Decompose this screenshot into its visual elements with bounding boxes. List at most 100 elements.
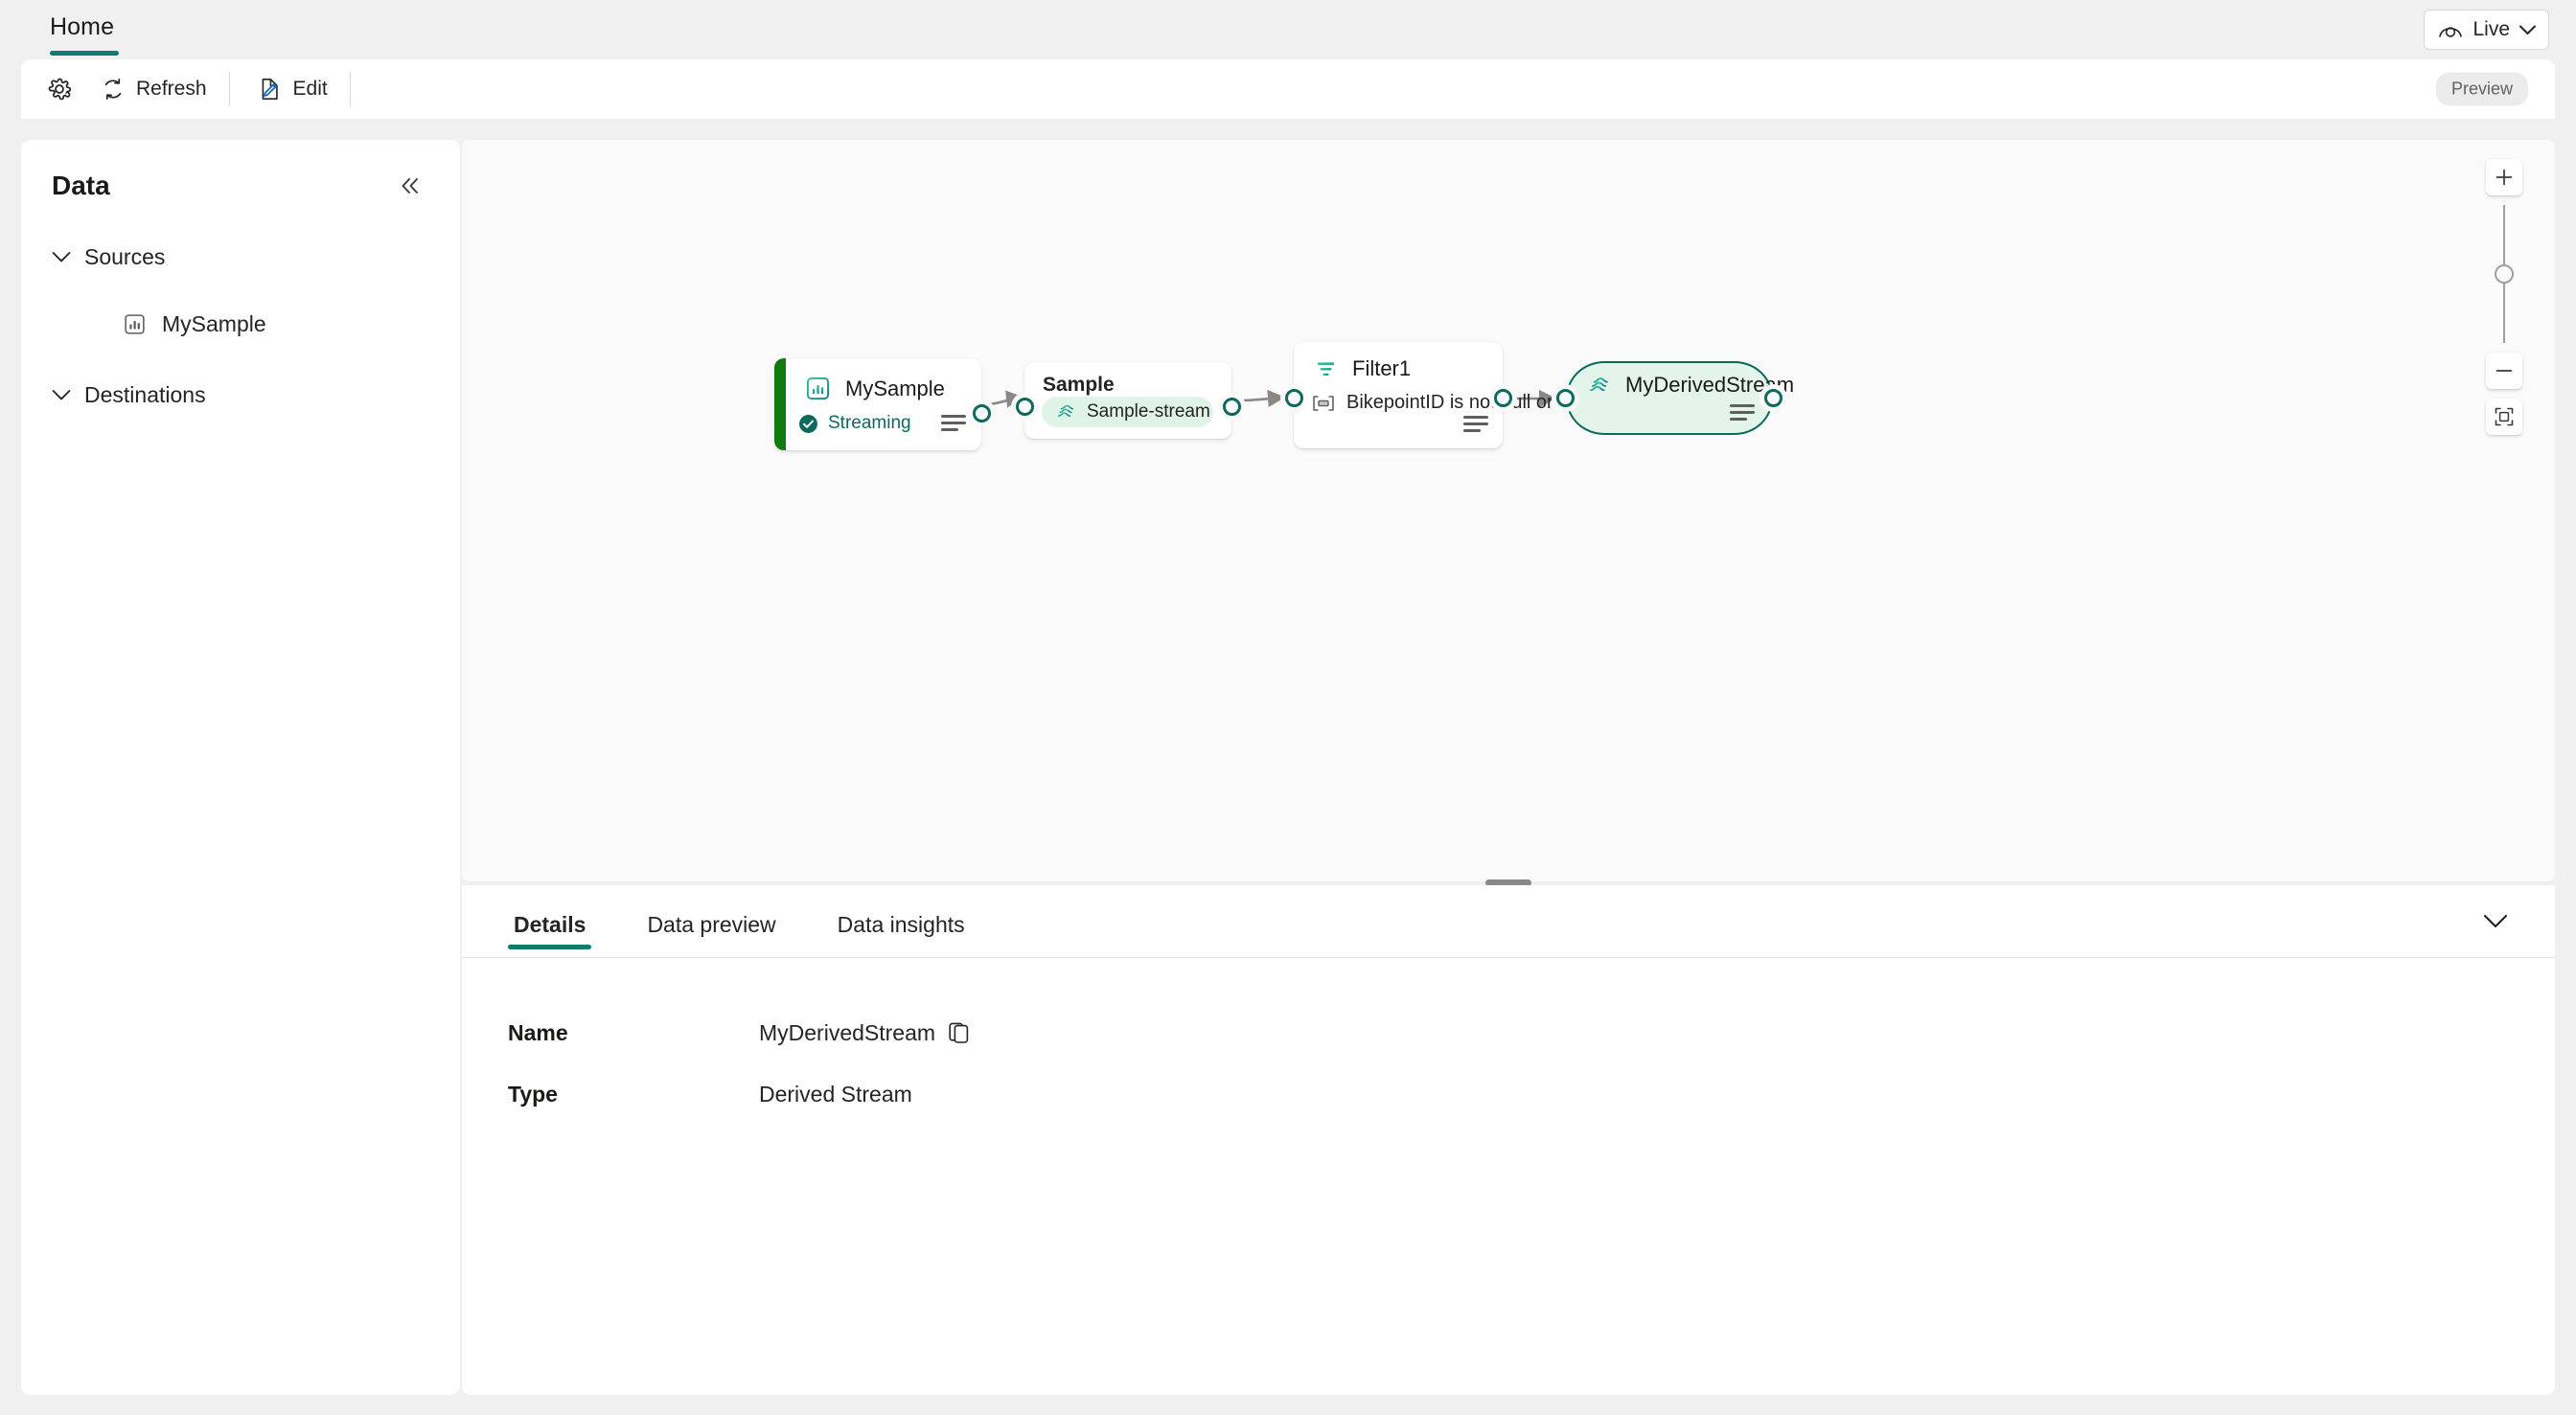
node-myderivedstream-output-port[interactable]: [1764, 389, 1782, 407]
canvas-inner: MySample Streaming Sample Sample-stream …: [462, 140, 2555, 881]
data-sidebar: Data Sources MySample Destinations: [21, 140, 460, 1395]
detail-value-type: Derived Stream: [759, 1082, 912, 1107]
stream-icon: [1587, 374, 1611, 398]
node-mysample-status: Streaming: [798, 413, 911, 434]
refresh-label: Refresh: [136, 78, 207, 100]
eventstream-canvas[interactable]: MySample Streaming Sample Sample-stream …: [462, 140, 2555, 881]
bar-chart-icon: [805, 376, 831, 401]
chevron-down-icon[interactable]: [2474, 901, 2517, 943]
command-bar-divider: [228, 72, 230, 106]
node-mysample-title: MySample: [845, 376, 945, 400]
node-filter1-expression-row: BikepointID is not null or e...: [1312, 392, 1585, 414]
zoom-slider[interactable]: [2486, 205, 2522, 343]
hamburger-menu-icon[interactable]: [1730, 404, 1755, 421]
node-sample-stream-chip[interactable]: Sample-stream: [1042, 397, 1213, 427]
detail-value-type-text: Derived Stream: [759, 1081, 912, 1107]
chevron-down-icon: [52, 389, 71, 401]
canvas-node-mysample[interactable]: MySample Streaming: [774, 358, 991, 450]
fit-to-screen-button[interactable]: [2486, 399, 2522, 435]
stream-icon: [1055, 401, 1076, 422]
sidebar-header: Data: [21, 140, 460, 205]
chevron-down-icon: [52, 251, 71, 263]
command-bar: Refresh Edit Preview: [21, 59, 2555, 119]
tab-data-insights[interactable]: Data insights: [832, 892, 971, 957]
hamburger-menu-icon[interactable]: [941, 415, 966, 431]
node-card: [774, 358, 981, 450]
plus-icon: [2494, 167, 2515, 188]
filter-icon: [1314, 357, 1338, 381]
chevron-double-left-icon[interactable]: [391, 167, 429, 205]
node-myderivedstream-input-port[interactable]: [1556, 389, 1575, 407]
zoom-in-button[interactable]: [2486, 159, 2522, 195]
tab-home-underline: [50, 51, 119, 56]
detail-value-name: MyDerivedStream: [759, 1020, 970, 1046]
node-myderivedstream-title-row: MyDerivedStream: [1587, 373, 1794, 398]
sidebar-group-sources[interactable]: Sources: [21, 232, 460, 282]
zoom-out-button[interactable]: [2486, 353, 2522, 389]
node-filter1-title-row: Filter1: [1314, 356, 1411, 381]
tab-details-label: Details: [514, 911, 586, 937]
canvas-node-sample[interactable]: Sample Sample-stream: [1016, 362, 1241, 439]
condition-box-icon: [1312, 395, 1335, 412]
zoom-slider-thumb[interactable]: [2495, 264, 2514, 284]
settings-button[interactable]: [36, 68, 82, 110]
node-sample-input-port[interactable]: [1016, 398, 1034, 416]
edge-sample-to-filter: [1239, 389, 1286, 408]
edge-mysample-to-sample: [989, 390, 1024, 408]
node-filter1-output-port[interactable]: [1494, 389, 1512, 407]
node-filter1-expression: BikepointID is not null or e...: [1346, 392, 1586, 413]
copy-icon[interactable]: [949, 1021, 970, 1044]
detail-value-name-text: MyDerivedStream: [759, 1019, 936, 1045]
refresh-button[interactable]: Refresh: [88, 68, 219, 110]
app-window: Home Live Refresh Edit Preview Data Sour…: [0, 0, 2576, 1415]
node-mysample-title-row: MySample: [805, 376, 945, 401]
sidebar-group-destinations-label: Destinations: [84, 381, 206, 407]
tab-data-preview-label: Data preview: [647, 911, 776, 937]
detail-label-type: Type: [508, 1081, 558, 1107]
details-tabs: Details Data preview Data insights: [462, 885, 2555, 958]
live-mode-picker[interactable]: Live: [2424, 10, 2549, 50]
node-sample-title: Sample: [1043, 374, 1115, 396]
bar-chart-icon: [123, 312, 147, 336]
eye-icon: [2438, 21, 2463, 38]
hamburger-menu-icon[interactable]: [1463, 416, 1488, 432]
chevron-down-icon: [2519, 25, 2536, 35]
tab-data-insights-label: Data insights: [837, 911, 965, 937]
node-filter1-title: Filter1: [1352, 356, 1412, 380]
sidebar-group-sources-label: Sources: [84, 243, 166, 269]
canvas-node-myderivedstream[interactable]: MyDerivedStream: [1556, 361, 1794, 435]
node-mysample-status-label: Streaming: [828, 413, 911, 433]
node-filter1-input-port[interactable]: [1285, 389, 1303, 407]
canvas-node-filter1[interactable]: Filter1 BikepointID is not null or e...: [1285, 342, 1585, 448]
sidebar-item-mysample[interactable]: MySample: [21, 299, 460, 349]
edges-layer: [989, 389, 1557, 408]
sidebar-title: Data: [52, 171, 110, 200]
canvas-zoom-controls: [2486, 159, 2522, 435]
detail-row-type: Type Derived Stream: [462, 1063, 2555, 1125]
detail-row-name: Name MyDerivedStream: [462, 1002, 2555, 1063]
details-panel: Details Data preview Data insights Name …: [462, 885, 2555, 1395]
minus-icon: [2494, 360, 2515, 381]
preview-badge: Preview: [2435, 72, 2528, 106]
tab-home[interactable]: Home: [46, 0, 119, 61]
node-sample-output-port[interactable]: [1223, 398, 1241, 416]
gear-icon: [46, 76, 73, 103]
tab-home-label: Home: [50, 12, 115, 40]
edit-label: Edit: [292, 78, 328, 100]
sidebar-item-mysample-label: MySample: [162, 310, 266, 336]
live-mode-label: Live: [2472, 18, 2510, 40]
details-body: Name MyDerivedStream Type Derived Stream: [462, 958, 2555, 1125]
edit-pencil-icon: [258, 77, 283, 102]
edit-button[interactable]: Edit: [245, 68, 340, 110]
sidebar-group-destinations[interactable]: Destinations: [21, 370, 460, 420]
command-bar-divider-2: [349, 72, 351, 106]
tab-details[interactable]: Details: [508, 892, 592, 957]
fit-to-screen-icon: [2494, 406, 2515, 427]
checkmark-circle-icon: [798, 414, 818, 434]
refresh-icon: [101, 77, 126, 102]
node-status-accent-bar: [774, 358, 786, 450]
tab-data-preview[interactable]: Data preview: [641, 892, 781, 957]
node-sample-stream-label: Sample-stream: [1087, 401, 1210, 422]
top-tab-strip: Home Live: [0, 0, 2576, 61]
node-mysample-output-port[interactable]: [973, 404, 991, 422]
